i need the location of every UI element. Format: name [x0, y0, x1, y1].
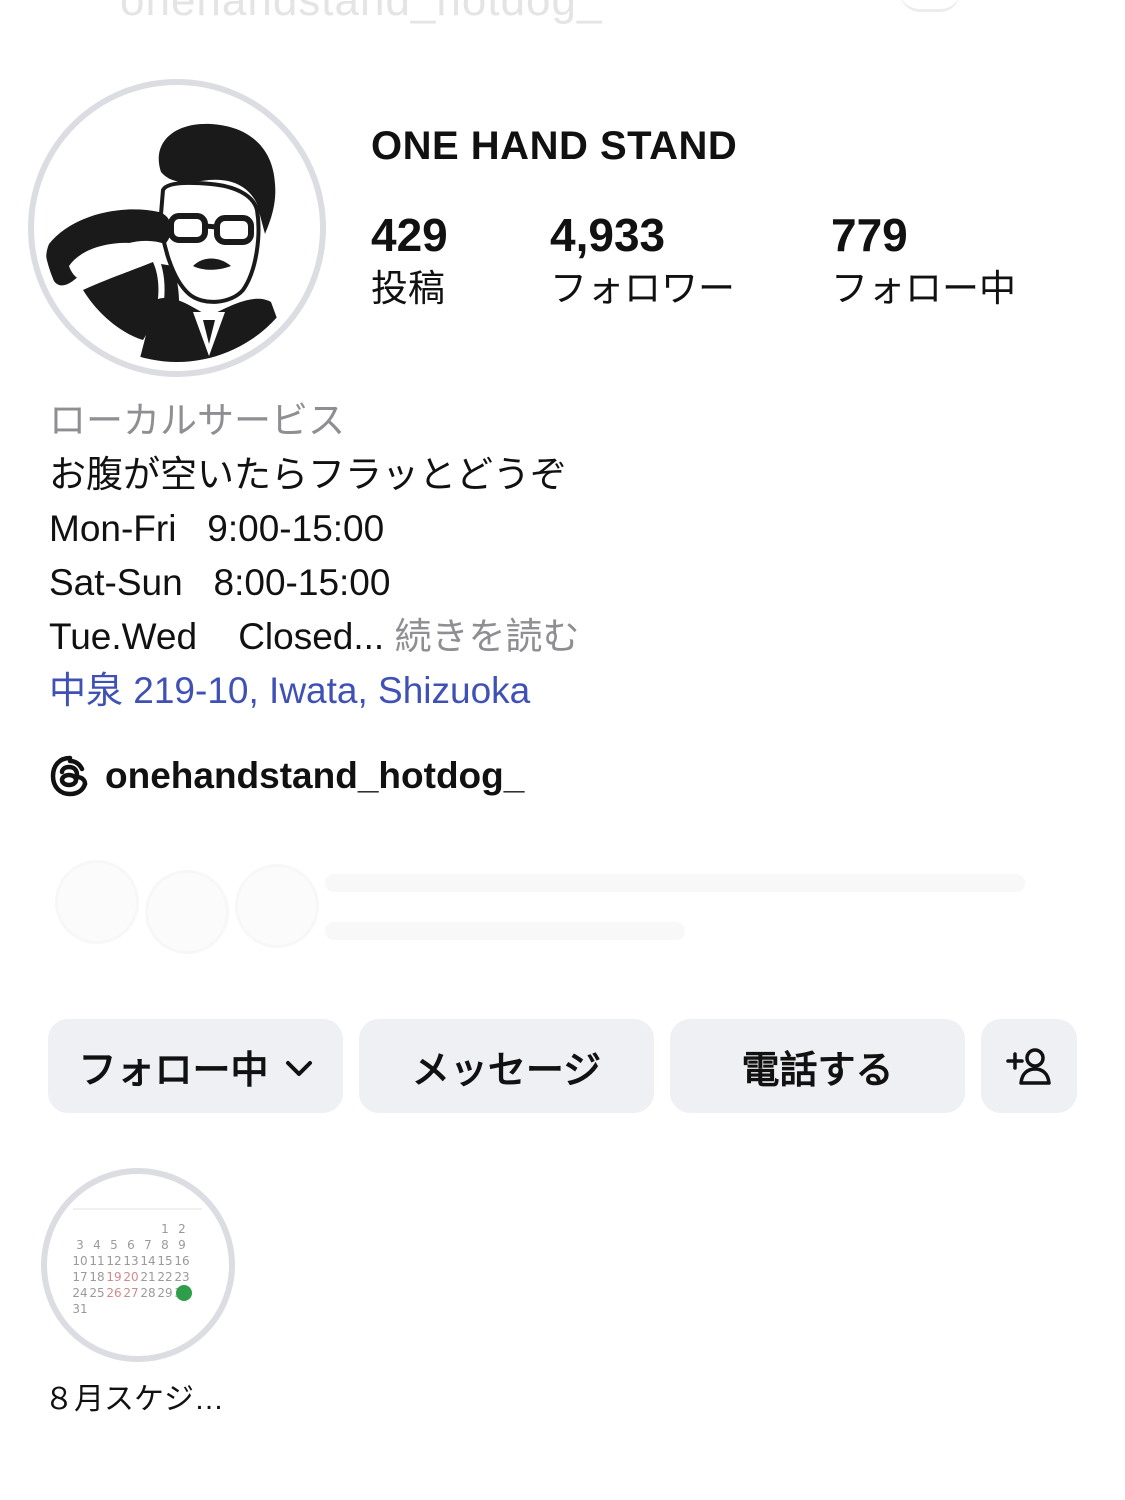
calendar-day: 20	[123, 1270, 138, 1284]
mutual-avatar	[235, 864, 319, 948]
calendar-day: 9	[178, 1238, 186, 1252]
add-person-icon	[1006, 1048, 1051, 1085]
calendar-day: 15	[157, 1254, 172, 1268]
calendar-day: 25	[89, 1286, 104, 1300]
calendar-day: 18	[89, 1270, 104, 1284]
story-highlight[interactable]: 1 2 3 4 5 6 7 8 9 10 11 12 13 14 15 16 17 18 19 20 21 22 23 24 2…	[41, 1168, 235, 1362]
bio-category: ローカルサービス	[49, 400, 345, 441]
stat-posts-value: 429	[371, 209, 448, 261]
calendar-day: 8	[161, 1238, 169, 1252]
following-button-label: フォロー中	[78, 1049, 269, 1092]
calendar-day: 17	[72, 1270, 87, 1284]
mutual-text	[325, 874, 1025, 892]
calendar-day: 23	[174, 1270, 189, 1284]
calendar-day: 29	[157, 1286, 172, 1300]
profile-page: onehandstand_hotdog_ ONE HAND STAND 429 …	[0, 0, 1125, 1500]
calendar-day: 10	[72, 1254, 87, 1268]
address-link[interactable]: 中泉 219-10, Iwata, Shizuoka	[49, 664, 580, 718]
bio-last-line-row: Tue.Wed Closed... 続きを読む	[49, 610, 580, 664]
bio-line: Tue.Wed Closed...	[49, 616, 385, 657]
calendar-day: 31	[72, 1302, 87, 1316]
threads-link[interactable]: onehandstand_hotdog_	[49, 755, 524, 797]
calendar-day: 14	[140, 1254, 155, 1268]
highlight-calendar-thumbnail: 1 2 3 4 5 6 7 8 9 10 11 12 13 14 15 16 17 18 19 20 21 22 23 24 2…	[52, 1179, 224, 1351]
highlight-label: ８月スケジ…	[44, 1383, 224, 1416]
stat-followers-label: フォロワー	[550, 268, 735, 309]
calendar-day: 21	[140, 1270, 155, 1284]
bio-line: お腹が空いたらフラッとどうぞ	[49, 454, 567, 495]
profile-name: ONE HAND STAND	[371, 124, 738, 168]
calendar-day: 2	[178, 1222, 186, 1236]
message-button-label: メッセージ	[411, 1049, 602, 1092]
header-icon	[900, 0, 960, 12]
calendar-day: 26	[106, 1286, 121, 1300]
avatar-logo-image	[43, 94, 311, 362]
calendar-day: 5	[110, 1238, 118, 1252]
calendar-day: 12	[106, 1254, 121, 1268]
calendar-day: 3	[76, 1238, 84, 1252]
following-button[interactable]: フォロー中	[48, 1019, 343, 1113]
calendar-day: 16	[174, 1254, 189, 1268]
calendar-day: 4	[93, 1238, 101, 1252]
threads-icon	[50, 755, 88, 797]
stat-followers-value: 4,933	[550, 209, 666, 261]
stat-followers[interactable]: 4,933 フォロワー	[550, 208, 735, 314]
calendar-day: 24	[72, 1286, 87, 1300]
calendar-day: 22	[157, 1270, 172, 1284]
mutual-followers[interactable]	[55, 860, 1055, 960]
calendar-day: 6	[127, 1238, 135, 1252]
calendar-day: 27	[123, 1286, 138, 1300]
bio-line: Mon-Fri 9:00-15:00	[49, 508, 385, 549]
calendar-day: 7	[144, 1238, 152, 1252]
threads-handle: onehandstand_hotdog_	[105, 755, 525, 796]
bio: ローカルサービス お腹が空いたらフラッとどうぞ Mon-Fri 9:00-15:…	[49, 394, 580, 718]
mutual-avatar	[145, 870, 229, 954]
mutual-text	[325, 922, 685, 940]
suggest-people-button[interactable]	[981, 1019, 1077, 1113]
read-more-link[interactable]: 続きを読む	[395, 616, 580, 657]
call-button[interactable]: 電話する	[670, 1019, 965, 1113]
header-username: onehandstand_hotdog_	[120, 0, 603, 25]
calendar-day: 11	[89, 1254, 104, 1268]
stat-posts-label: 投稿	[371, 268, 445, 309]
bio-line: Sat-Sun 8:00-15:00	[49, 562, 391, 603]
calendar-graphic: 1 23 4 5 6 7 8 910 11 12 13 14 15 1617 18 19 20 21 22 2324 2…	[72, 1208, 202, 1316]
stat-following[interactable]: 779 フォロー中	[831, 208, 1016, 314]
stat-following-label: フォロー中	[831, 268, 1016, 309]
chevron-down-icon	[285, 1045, 313, 1088]
calendar-day: 19	[106, 1270, 121, 1284]
calendar-day: 13	[123, 1254, 138, 1268]
calendar-highlight-dot	[176, 1285, 192, 1301]
mutual-avatar	[55, 860, 139, 944]
calendar-day: 28	[140, 1286, 155, 1300]
stat-following-value: 779	[831, 209, 908, 261]
profile-avatar[interactable]	[28, 79, 326, 377]
message-button[interactable]: メッセージ	[359, 1019, 654, 1113]
calendar-day: 1	[161, 1222, 169, 1236]
call-button-label: 電話する	[741, 1049, 894, 1092]
stat-posts[interactable]: 429 投稿	[371, 208, 448, 314]
